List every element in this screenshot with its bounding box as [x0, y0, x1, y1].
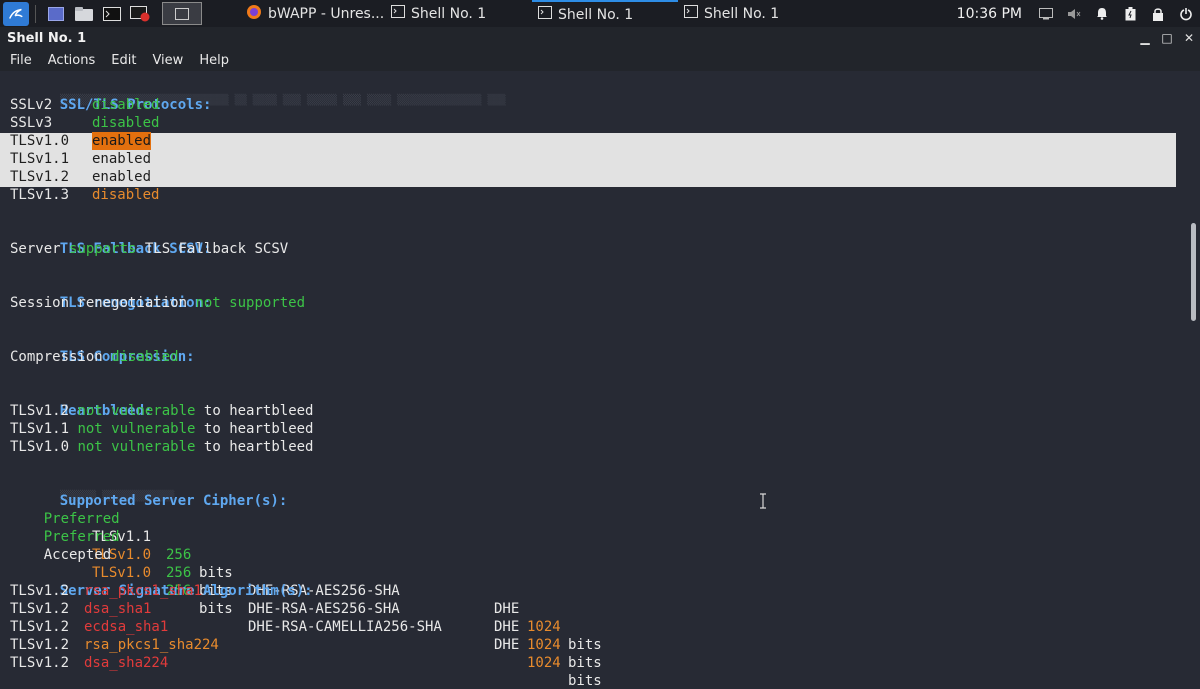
system-tray: 10:36 PM — [957, 0, 1200, 27]
renegotiation-line: Session renegotiation not supported — [10, 295, 306, 311]
task-shell-1[interactable]: Shell No. 1 — [385, 0, 532, 27]
section-header-signatures: Server Signature Algorithm(s): — [59, 583, 313, 599]
window-controls: ▁ □ ✕ — [1130, 27, 1196, 49]
text-cursor-icon — [760, 493, 766, 509]
cipher-row: Accepted TLSv1.0 256 bits DHE-RSA-CAMELL… — [43, 547, 602, 689]
task-shell-3[interactable]: Shell No. 1 — [678, 0, 824, 27]
vertical-scrollbar[interactable] — [1188, 71, 1200, 689]
lock-screen-icon[interactable] — [1150, 6, 1166, 22]
section-header-ciphers: Supported Server Cipher(s): — [59, 493, 288, 509]
signature-row: TLSv1.2 ecdsa_sha1 — [10, 619, 169, 635]
window-titlebar[interactable]: Shell No. 1 ▁ □ ✕ — [0, 27, 1200, 49]
workspace-1[interactable] — [162, 2, 202, 25]
section-header-fallback: TLS Fallback SCSV: — [59, 241, 212, 257]
protocol-row: TLSv1.1 enabled — [10, 151, 152, 167]
task-firefox[interactable]: bWAPP - Unres... — [240, 0, 385, 27]
power-manager-icon[interactable] — [1122, 6, 1138, 22]
task-shell-2[interactable]: Shell No. 1 — [532, 0, 678, 27]
terminal-icon — [391, 5, 405, 22]
fallback-line: Server supports TLS Fallback SCSV — [10, 241, 289, 257]
maximize-icon[interactable]: □ — [1160, 31, 1174, 45]
selection-highlight — [0, 133, 1176, 187]
task-label: Shell No. 1 — [704, 5, 780, 22]
menu-help[interactable]: Help — [199, 53, 229, 68]
signature-row: TLSv1.2 dsa_sha1 — [10, 601, 152, 617]
menu-file[interactable]: File — [10, 53, 32, 68]
menu-bar: File Actions Edit View Help — [0, 49, 1200, 71]
workspace-switcher-icon[interactable] — [45, 5, 67, 23]
task-label: Shell No. 1 — [558, 6, 634, 23]
protocol-row: TLSv1.3 disabled — [10, 187, 160, 203]
terminal-icon — [538, 6, 552, 23]
heartbleed-row: TLSv1.2 not vulnerable to heartbleed — [10, 403, 314, 419]
signature-row: TLSv1.2 rsa_pkcs1_sha224 — [10, 637, 219, 653]
window-title: Shell No. 1 — [7, 30, 87, 46]
panel-separator — [35, 4, 36, 23]
protocol-row: TLSv1.0 enabled — [10, 132, 152, 150]
terminal-output[interactable]: ▒▒▒▒▒▒▒▒▒▒▒▒▒▒▒▒▒▒▒▒▒▒▒▒▒▒▒▒ ▒▒ ▒▒▒▒ ▒▒▒… — [0, 71, 1188, 689]
section-header-compression: TLS Compression: — [59, 349, 195, 365]
protocol-row: SSLv2 disabled — [10, 97, 160, 113]
compression-line: Compression disabled — [10, 349, 179, 365]
terminal-icon — [684, 5, 698, 22]
workspace-window-icon — [175, 7, 189, 20]
heartbleed-row: TLSv1.1 not vulnerable to heartbleed — [10, 421, 314, 437]
cipher-row: Preferred TLSv1.1 256 bits DHE-RSA-AES25… — [43, 511, 602, 653]
task-label: Shell No. 1 — [411, 5, 487, 22]
close-icon[interactable]: ✕ — [1182, 31, 1196, 45]
file-manager-icon[interactable] — [73, 5, 95, 23]
section-header-renegotiation: TLS renegotiation: — [59, 295, 212, 311]
protocol-row: SSLv3 disabled — [10, 115, 160, 131]
heartbleed-row: TLSv1.0 not vulnerable to heartbleed — [10, 439, 314, 455]
menu-view[interactable]: View — [152, 53, 183, 68]
task-label: bWAPP - Unres... — [268, 5, 385, 22]
clock[interactable]: 10:36 PM — [957, 6, 1022, 22]
protocol-row: TLSv1.2 enabled — [10, 169, 152, 185]
display-icon[interactable] — [1038, 6, 1054, 22]
taskbar-tasks: bWAPP - Unres... Shell No. 1 Shell No. 1… — [240, 0, 824, 27]
menu-actions[interactable]: Actions — [48, 53, 96, 68]
logout-icon[interactable] — [1178, 6, 1194, 22]
kali-menu-icon[interactable] — [3, 1, 29, 26]
section-header-protocols: SSL/TLS Protocols: — [59, 97, 212, 113]
cipher-row: Preferred TLSv1.0 256 bits DHE-RSA-AES25… — [43, 529, 602, 671]
volume-muted-icon[interactable] — [1066, 6, 1082, 22]
root-terminal-icon[interactable] — [129, 5, 151, 23]
notifications-bell-icon[interactable] — [1094, 6, 1110, 22]
scrollbar-thumb[interactable] — [1191, 223, 1196, 321]
firefox-icon — [246, 4, 262, 24]
menu-edit[interactable]: Edit — [111, 53, 136, 68]
signature-row: TLSv1.2 dsa_sha224 — [10, 655, 169, 671]
section-header-heartbleed: Heartbleed: — [59, 403, 153, 419]
top-panel: bWAPP - Unres... Shell No. 1 Shell No. 1… — [0, 0, 1200, 27]
minimize-icon[interactable]: ▁ — [1138, 31, 1152, 45]
terminal-launcher-icon[interactable] — [101, 5, 123, 23]
signature-row: TLSv1.2 rsa_pkcs1_sha1 — [10, 583, 203, 599]
